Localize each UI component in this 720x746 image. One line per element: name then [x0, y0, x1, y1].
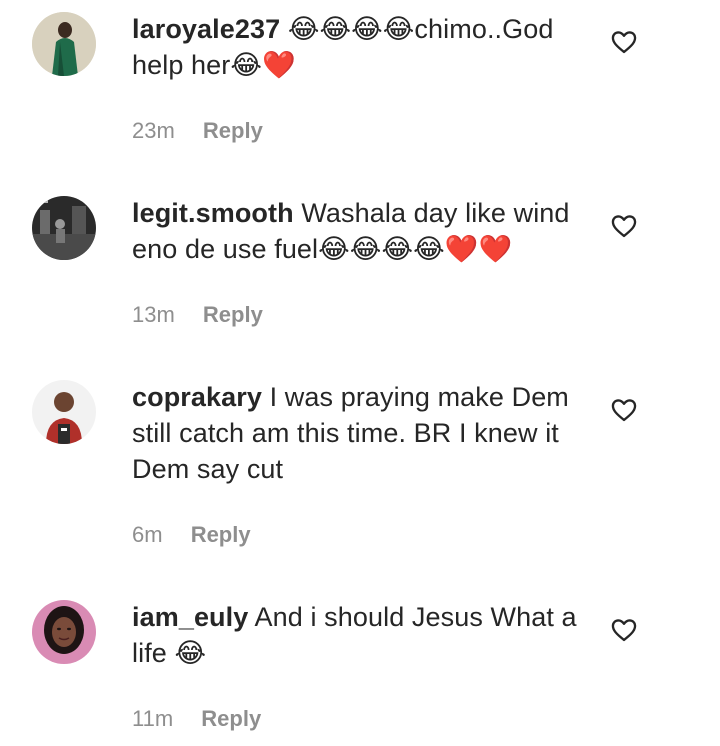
avatar[interactable]	[32, 12, 96, 76]
reply-button[interactable]: Reply	[191, 522, 251, 547]
comment-meta: 23m Reply	[132, 116, 263, 146]
heart-outline-icon	[611, 215, 637, 238]
like-button[interactable]	[610, 28, 638, 56]
avatar-woman-pink-icon	[32, 600, 96, 664]
comment-text: iam_euly And i should Jesus What a life …	[132, 599, 582, 671]
heart-outline-icon	[611, 31, 637, 54]
like-button[interactable]	[610, 396, 638, 424]
avatar[interactable]	[32, 600, 96, 664]
avatar-man-red-shirt-icon	[32, 380, 96, 444]
like-button[interactable]	[610, 212, 638, 240]
comment-username[interactable]: laroyale237	[132, 14, 280, 44]
comment-username[interactable]: iam_euly	[132, 602, 248, 632]
comment-username[interactable]: legit.smooth	[132, 198, 294, 228]
avatar[interactable]	[32, 380, 96, 444]
heart-outline-icon	[611, 619, 637, 642]
avatar-dark-scene-icon	[32, 196, 96, 260]
comment-text: coprakary I was praying make Dem still c…	[132, 379, 582, 487]
reply-button[interactable]: Reply	[203, 118, 263, 143]
heart-outline-icon	[611, 399, 637, 422]
comment-timestamp: 6m	[132, 522, 163, 547]
reply-button[interactable]: Reply	[201, 706, 261, 731]
comment-meta: 13m Reply	[132, 300, 263, 330]
comment-meta: 11m Reply	[132, 704, 261, 734]
reply-button[interactable]: Reply	[203, 302, 263, 327]
like-button[interactable]	[610, 616, 638, 644]
comment-timestamp: 23m	[132, 118, 175, 143]
comment-username[interactable]: coprakary	[132, 382, 262, 412]
comment-timestamp: 13m	[132, 302, 175, 327]
comment-timestamp: 11m	[132, 706, 174, 731]
avatar-woman-green-dress-icon	[32, 12, 96, 76]
avatar[interactable]	[32, 196, 96, 260]
comment-text: laroyale237 😂😂😂😂chimo..God help her😂❤️	[132, 11, 582, 83]
comment-meta: 6m Reply	[132, 520, 251, 550]
comment-text: legit.smooth Washala day like wind eno d…	[132, 195, 582, 267]
